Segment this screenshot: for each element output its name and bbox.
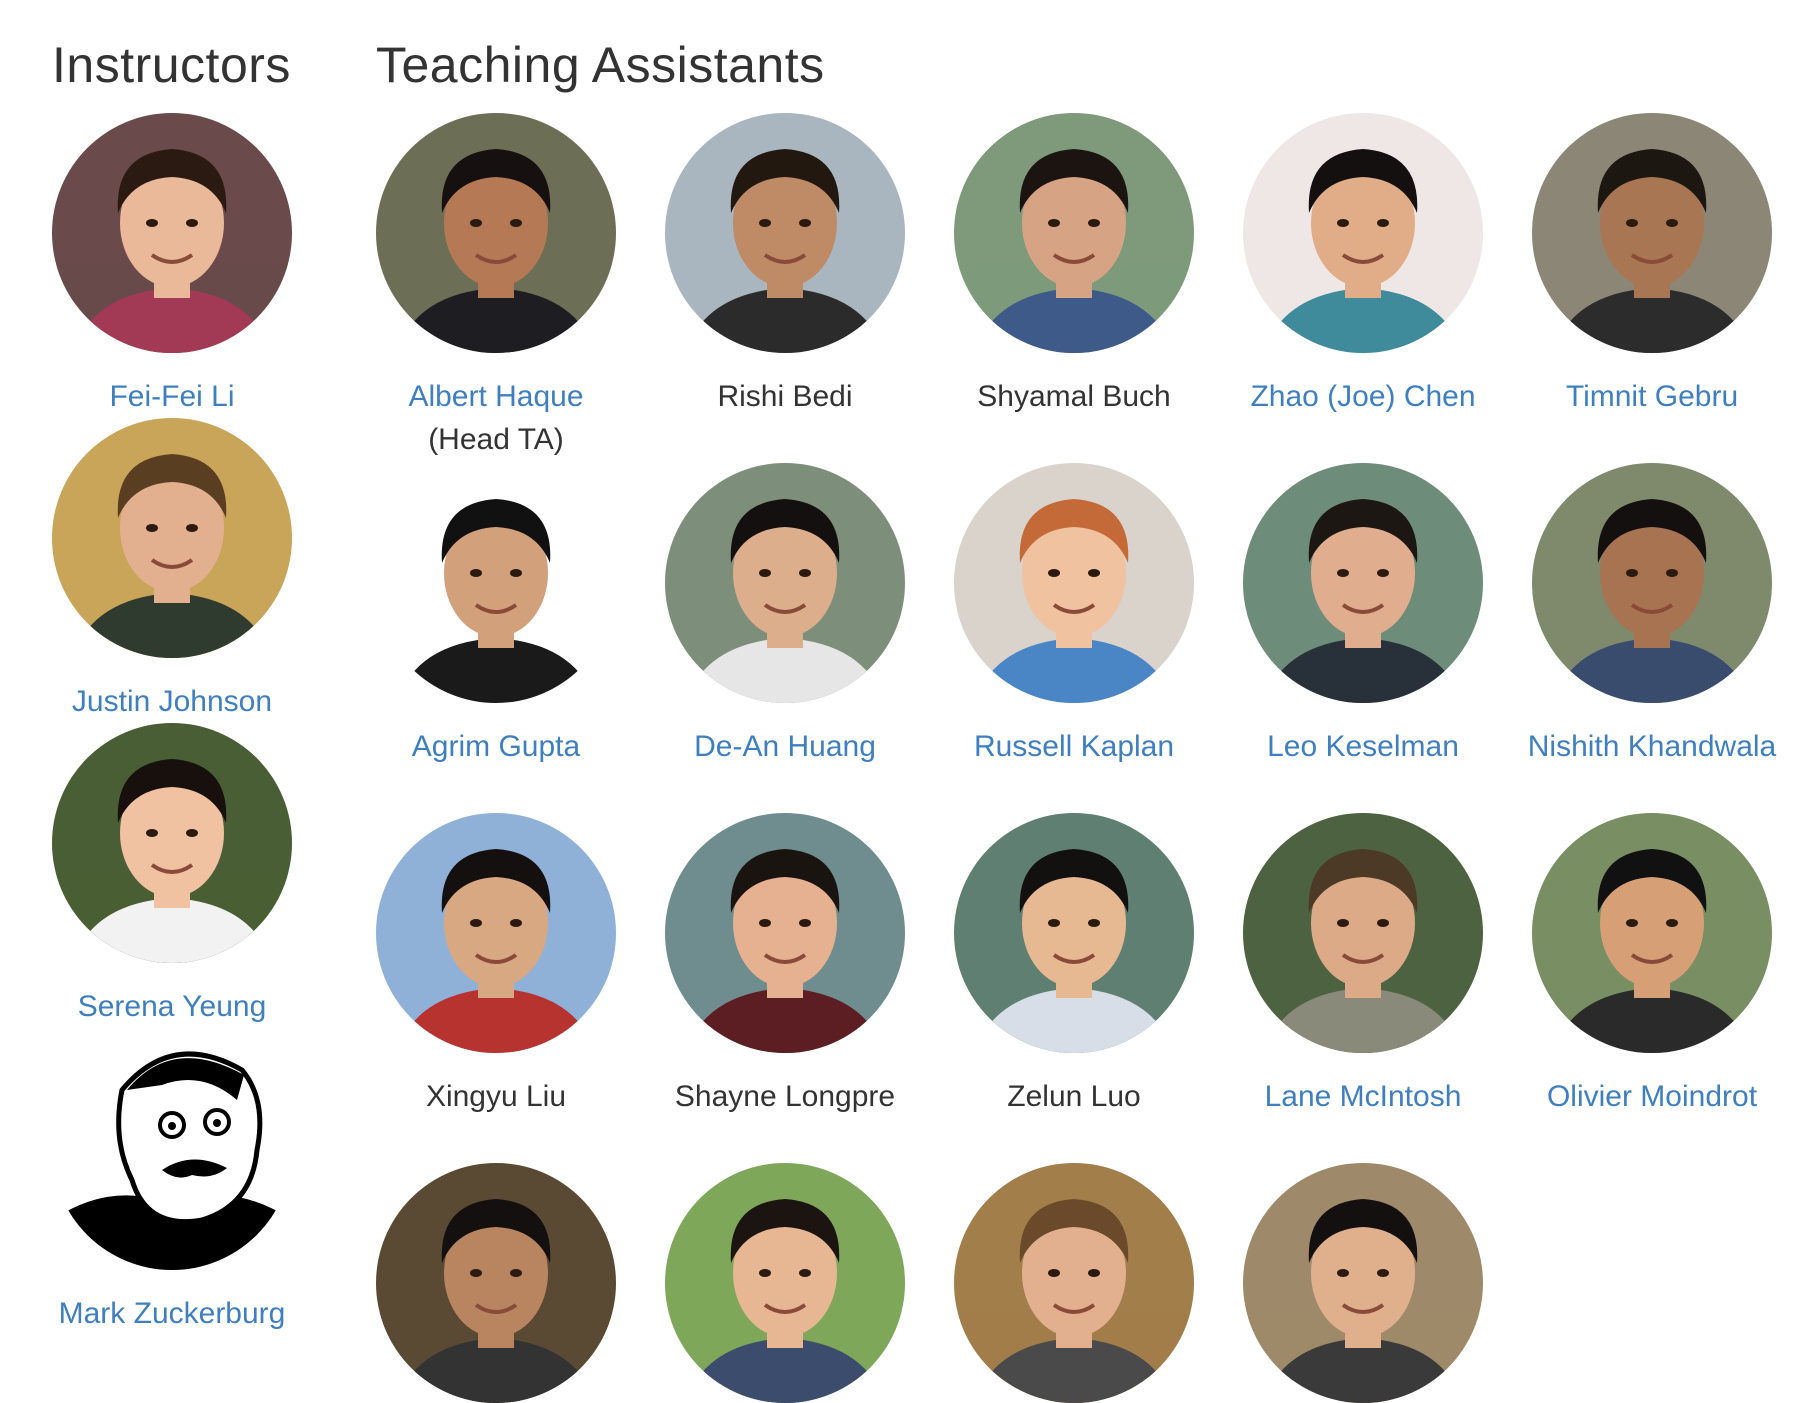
avatar (954, 463, 1194, 703)
person-name[interactable]: De-An Huang (640, 725, 930, 768)
person-zhao-joe-chen[interactable]: Zhao (Joe) Chen (1218, 113, 1508, 418)
person-name[interactable]: Zhao (Joe) Chen (1218, 375, 1508, 418)
person-card[interactable] (640, 1163, 930, 1403)
person-serena-yeung[interactable]: Serena Yeung (27, 723, 317, 1028)
person-name[interactable]: Lane McIntosh (1218, 1075, 1508, 1118)
avatar (1243, 813, 1483, 1053)
person-russell-kaplan[interactable]: Russell Kaplan (929, 463, 1219, 768)
avatar (954, 813, 1194, 1053)
person-name: Shayne Longpre (674, 1080, 896, 1113)
person-name[interactable]: Fei-Fei Li (27, 375, 317, 418)
avatar (52, 418, 292, 658)
avatar (665, 463, 905, 703)
avatar (665, 813, 905, 1053)
avatar (376, 463, 616, 703)
instructors-heading: Instructors (52, 37, 291, 93)
person-agrim-gupta[interactable]: Agrim Gupta (351, 463, 641, 768)
avatar (954, 1163, 1194, 1403)
avatar (665, 1163, 905, 1403)
person-card[interactable] (929, 1163, 1219, 1403)
avatar (52, 113, 292, 353)
avatar (1532, 113, 1772, 353)
person-nishith-khandwala[interactable]: Nishith Khandwala (1507, 463, 1797, 768)
avatar (1532, 813, 1772, 1053)
avatar (376, 113, 616, 353)
person-shyamal-buch: Shyamal Buch (929, 113, 1219, 418)
person-leo-keselman[interactable]: Leo Keselman (1218, 463, 1508, 768)
person-name[interactable]: Justin Johnson (27, 680, 317, 723)
person-albert-haque[interactable]: Albert Haque (Head TA) (351, 113, 641, 461)
person-fei-fei-li[interactable]: Fei-Fei Li (27, 113, 317, 418)
person-card[interactable] (1218, 1163, 1508, 1403)
person-mark-zuckerburg[interactable]: Mark Zuckerburg (27, 1030, 317, 1335)
person-shayne-longpre: Shayne Longpre (640, 813, 930, 1118)
person-name[interactable]: Nishith Khandwala (1507, 725, 1797, 768)
person-card[interactable] (351, 1163, 641, 1403)
person-name[interactable]: Mark Zuckerburg (27, 1292, 317, 1335)
person-name: Zelun Luo (1007, 1080, 1141, 1113)
person-name[interactable]: Serena Yeung (27, 985, 317, 1028)
person-name[interactable]: Timnit Gebru (1507, 375, 1797, 418)
avatar (1243, 113, 1483, 353)
person-name: Shyamal Buch (977, 380, 1171, 413)
person-olivier-moindrot[interactable]: Olivier Moindrot (1507, 813, 1797, 1118)
person-name[interactable]: Olivier Moindrot (1507, 1075, 1797, 1118)
person-name[interactable]: Albert Haque (351, 375, 641, 418)
person-de-an-huang[interactable]: De-An Huang (640, 463, 930, 768)
avatar (1243, 463, 1483, 703)
avatar (665, 113, 905, 353)
person-name[interactable]: Agrim Gupta (351, 725, 641, 768)
avatar (376, 813, 616, 1053)
person-name: Xingyu Liu (425, 1080, 567, 1113)
avatar (1243, 1163, 1483, 1403)
teaching-assistants-heading: Teaching Assistants (376, 37, 825, 93)
person-timnit-gebru[interactable]: Timnit Gebru (1507, 113, 1797, 418)
avatar (1532, 463, 1772, 703)
person-justin-johnson[interactable]: Justin Johnson (27, 418, 317, 723)
avatar (954, 113, 1194, 353)
person-name: Rishi Bedi (717, 380, 853, 413)
person-name[interactable]: Russell Kaplan (929, 725, 1219, 768)
person-xingyu-liu: Xingyu Liu (351, 813, 641, 1118)
person-zelun-luo: Zelun Luo (929, 813, 1219, 1118)
avatar (52, 1030, 292, 1270)
person-rishi-bedi: Rishi Bedi (640, 113, 930, 418)
person-name[interactable]: Leo Keselman (1218, 725, 1508, 768)
avatar (376, 1163, 616, 1403)
person-lane-mcintosh[interactable]: Lane McIntosh (1218, 813, 1508, 1118)
avatar (52, 723, 292, 963)
person-role: (Head TA) (428, 423, 564, 456)
